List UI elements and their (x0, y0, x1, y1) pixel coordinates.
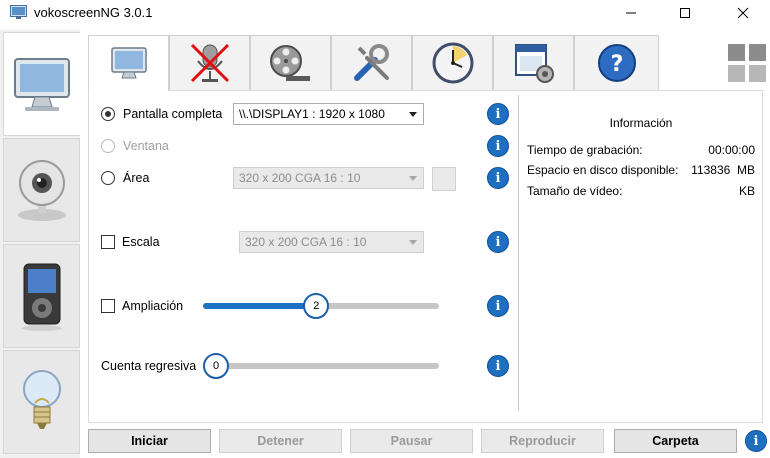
countdown-slider-handle[interactable]: 0 (203, 353, 229, 379)
window-title: vokoscreenNG 3.0.1 (34, 5, 153, 20)
sidebar-item-screencast[interactable] (3, 32, 80, 136)
screen-icon (110, 46, 147, 78)
sidebar-item-tips[interactable] (3, 350, 80, 454)
scale-size-select[interactable]: 320 x 200 CGA 16 : 10 (239, 231, 424, 253)
tab-system-tray[interactable] (493, 35, 574, 90)
minimize-icon (626, 12, 636, 14)
magnify-label: Ampliación (122, 299, 184, 313)
info-row-label: Espacio en disco disponible: (527, 163, 679, 177)
stop-button[interactable]: Detener (219, 429, 342, 453)
area-spin-button[interactable] (432, 167, 456, 191)
webcam-icon (17, 160, 66, 221)
sidebar (0, 30, 80, 458)
fullscreen-info-button[interactable]: i (487, 103, 509, 125)
tab-settings[interactable] (331, 35, 412, 90)
display-select[interactable]: \\.\DISPLAY1 : 1920 x 1080 (233, 103, 424, 125)
area-info-button[interactable]: i (487, 167, 509, 189)
info-panel-title: Información (609, 116, 673, 130)
microphone-muted-icon (190, 43, 229, 83)
magnify-info-button[interactable]: i (487, 295, 509, 317)
window-info-button[interactable]: i (487, 135, 509, 157)
chevron-down-icon (409, 112, 417, 117)
tab-audio[interactable] (169, 35, 250, 90)
fullscreen-label: Pantalla completa (123, 107, 223, 121)
maximize-button[interactable] (662, 0, 708, 26)
area-label: Área (123, 171, 150, 185)
tab-help[interactable]: ? (574, 35, 659, 90)
start-button[interactable]: Iniciar (88, 429, 211, 453)
info-row-label: Tamaño de vídeo: (527, 184, 623, 198)
info-row-value: 00:00:00 (708, 143, 755, 157)
svg-text:?: ? (610, 52, 623, 77)
tools-icon (353, 44, 389, 81)
film-reel-icon (269, 45, 310, 81)
scale-checkbox[interactable] (101, 235, 115, 249)
area-size-select-value: 320 x 200 CGA 16 : 10 (239, 171, 361, 185)
scale-info-button[interactable]: i (487, 231, 509, 253)
chevron-down-icon (409, 240, 417, 245)
window-settings-icon (514, 44, 554, 83)
lightbulb-icon (22, 370, 61, 429)
minimize-button[interactable] (608, 0, 654, 26)
window-label: Ventana (123, 139, 169, 153)
info-row-value: KB (738, 184, 755, 198)
area-size-select[interactable]: 320 x 200 CGA 16 : 10 (233, 167, 424, 189)
info-row-recording-time: Tiempo de grabación: 00:00:00 (527, 143, 755, 157)
monitor-icon (14, 58, 70, 111)
magnify-checkbox[interactable] (101, 299, 115, 313)
scale-size-select-value: 320 x 200 CGA 16 : 10 (245, 235, 367, 249)
screen-tab-panel (88, 90, 763, 423)
timer-clock-icon (432, 42, 473, 84)
help-icon: ? (597, 44, 636, 82)
tab-screen[interactable] (88, 35, 169, 91)
countdown-info-button[interactable]: i (487, 355, 509, 377)
info-row-label: Tiempo de grabación: (527, 143, 643, 157)
window-radio[interactable] (101, 139, 115, 153)
sidebar-item-player[interactable] (3, 244, 80, 348)
tab-video[interactable] (250, 35, 331, 90)
countdown-slider[interactable] (203, 363, 439, 369)
grid-layout-icon[interactable] (728, 44, 768, 84)
scale-label: Escala (122, 235, 160, 249)
sidebar-item-camera[interactable] (3, 138, 80, 242)
pause-button[interactable]: Pausar (350, 429, 473, 453)
panel-divider (518, 95, 519, 411)
fullscreen-radio[interactable] (101, 107, 115, 121)
bottom-info-button[interactable]: i (745, 430, 767, 452)
display-select-value: \\.\DISPLAY1 : 1920 x 1080 (239, 107, 385, 121)
title-bar: vokoscreenNG 3.0.1 (0, 0, 770, 26)
folder-button[interactable]: Carpeta (614, 429, 737, 453)
info-row-video-size: Tamaño de vídeo: KB (527, 184, 755, 198)
maximize-icon (680, 8, 690, 18)
close-button[interactable] (720, 0, 766, 26)
info-row-value: 113836 MB (691, 163, 755, 177)
tab-timer[interactable] (412, 35, 493, 90)
close-icon (737, 7, 749, 19)
info-row-disk-space: Espacio en disco disponible: 113836 MB (527, 163, 755, 177)
area-radio[interactable] (101, 171, 115, 185)
media-player-icon (21, 263, 62, 331)
magnify-slider-fill (203, 303, 317, 309)
play-button[interactable]: Reproducir (481, 429, 604, 453)
countdown-label: Cuenta regresiva (101, 359, 197, 373)
chevron-down-icon (409, 176, 417, 181)
app-icon (10, 5, 27, 19)
